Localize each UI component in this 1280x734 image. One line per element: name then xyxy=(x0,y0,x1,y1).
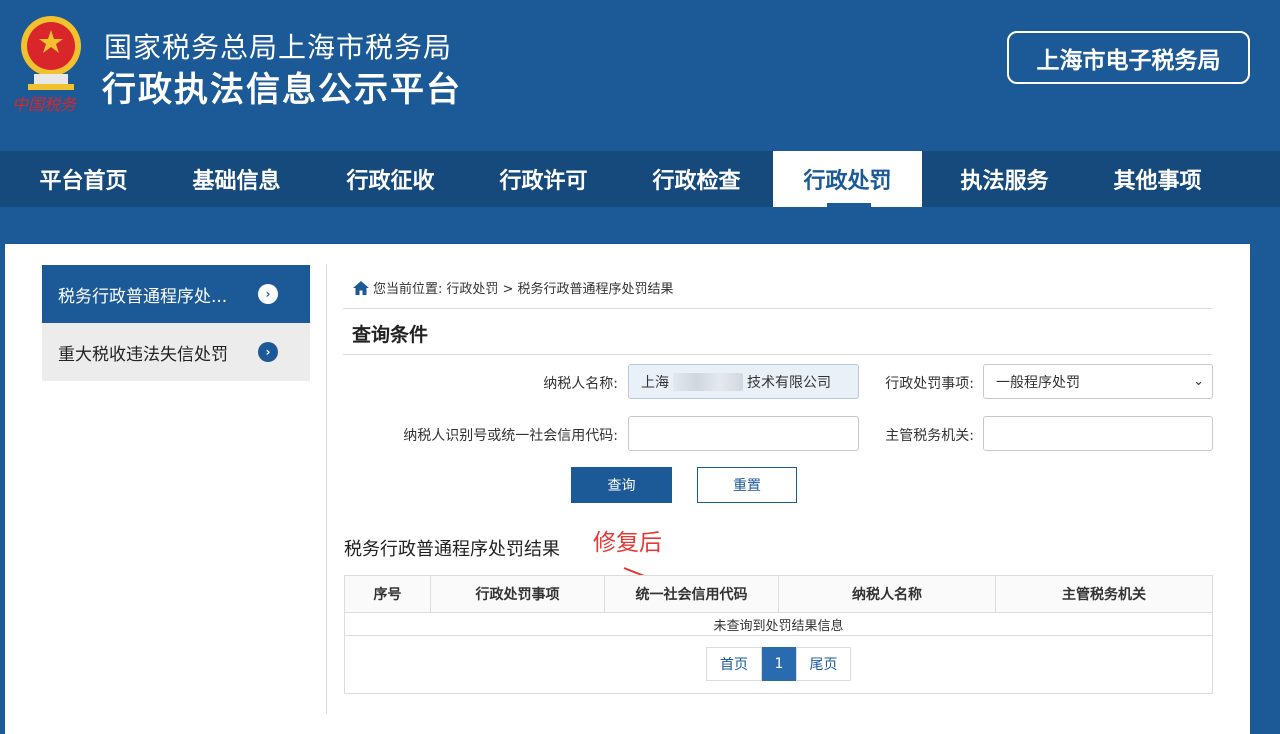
tax-emblem-logo: 中国税务 xyxy=(12,16,81,114)
taxpayer-name-input[interactable]: 上海 技术有限公司 xyxy=(628,364,859,399)
nav-item-basic-info[interactable]: 基础信息 xyxy=(160,151,313,207)
taxpayer-id-label: 纳税人识别号或统一社会信用代码: xyxy=(403,428,618,444)
taxpayer-name-label: 纳税人名称: xyxy=(543,376,618,392)
content-panel: 税务行政普通程序处... › 重大税收违法失信处罚 › 您当前位置: 行政处罚 … xyxy=(5,244,1250,734)
svg-text:中国税务: 中国税务 xyxy=(12,95,78,114)
nav-item-inspection[interactable]: 行政检查 xyxy=(620,151,773,207)
home-icon xyxy=(353,280,369,295)
penalty-item-select[interactable]: 一般程序处罚 ⌄ xyxy=(983,364,1213,399)
sidebar-item-general-penalty[interactable]: 税务行政普通程序处... › xyxy=(42,265,310,323)
results-title: 税务行政普通程序处罚结果 xyxy=(344,539,560,560)
nav-item-levy[interactable]: 行政征收 xyxy=(314,151,467,207)
sidebar-item-label: 重大税收违法失信处罚 xyxy=(58,344,228,365)
empty-results-message: 未查询到处罚结果信息 xyxy=(345,613,1212,636)
etax-bureau-button[interactable]: 上海市电子税务局 xyxy=(1007,31,1250,84)
site-title-platform: 行政执法信息公示平台 xyxy=(102,70,462,110)
nav-item-other[interactable]: 其他事项 xyxy=(1081,151,1234,207)
tax-authority-label: 主管税务机关: xyxy=(885,428,974,444)
breadcrumb: 您当前位置: 行政处罚 > 税务行政普通程序处罚结果 xyxy=(353,278,674,297)
pagination: 首页 1 尾页 xyxy=(706,647,851,681)
divider xyxy=(326,264,327,714)
chevron-down-icon: ⌄ xyxy=(1193,374,1204,389)
taxpayer-id-input[interactable] xyxy=(628,416,859,451)
main-nav: 平台首页 基础信息 行政征收 行政许可 行政检查 行政处罚 执法服务 其他事项 xyxy=(0,151,1280,207)
sidebar-item-major-violation[interactable]: 重大税收违法失信处罚 › xyxy=(42,323,310,381)
chevron-right-icon: › xyxy=(258,284,278,304)
query-section-title: 查询条件 xyxy=(352,324,429,346)
column-header-tax-authority: 主管税务机关 xyxy=(996,576,1212,613)
site-header: 中国税务 国家税务总局上海市税务局 行政执法信息公示平台 上海市电子税务局 xyxy=(0,0,1280,150)
column-header-taxpayer-name: 纳税人名称 xyxy=(779,576,996,613)
results-table: 序号 行政处罚事项 统一社会信用代码 纳税人名称 主管税务机关 未查询到处罚结果… xyxy=(344,575,1213,694)
taxpayer-name-value-end: 技术有限公司 xyxy=(747,374,831,391)
divider xyxy=(343,354,1213,355)
chevron-right-icon: › xyxy=(258,342,278,362)
tax-authority-input[interactable] xyxy=(983,416,1213,451)
nav-item-enforcement-service[interactable]: 执法服务 xyxy=(928,151,1081,207)
taxpayer-name-value-start: 上海 xyxy=(641,374,669,391)
site-title-org: 国家税务总局上海市税务局 xyxy=(104,31,453,64)
first-page-button[interactable]: 首页 xyxy=(706,647,762,681)
breadcrumb-prefix: 您当前位置: xyxy=(373,282,443,297)
nav-item-penalty[interactable]: 行政处罚 xyxy=(773,151,922,207)
last-page-button[interactable]: 尾页 xyxy=(796,647,851,681)
current-page-button[interactable]: 1 xyxy=(762,647,796,681)
column-header-credit-code: 统一社会信用代码 xyxy=(605,576,779,613)
divider xyxy=(343,308,1213,309)
redacted-blur xyxy=(673,372,743,391)
breadcrumb-path[interactable]: 行政处罚 > 税务行政普通程序处罚结果 xyxy=(446,278,673,297)
nav-item-home[interactable]: 平台首页 xyxy=(7,151,160,207)
sidebar-item-label: 税务行政普通程序处... xyxy=(58,286,228,307)
query-button[interactable]: 查询 xyxy=(571,467,672,503)
nav-item-license[interactable]: 行政许可 xyxy=(467,151,620,207)
reset-button[interactable]: 重置 xyxy=(697,467,797,503)
annotation-label: 修复后 xyxy=(593,530,662,556)
penalty-item-value: 一般程序处罚 xyxy=(996,374,1080,391)
column-header-penalty-item: 行政处罚事项 xyxy=(431,576,605,613)
column-header-index: 序号 xyxy=(345,576,431,613)
penalty-item-label: 行政处罚事项: xyxy=(885,376,974,392)
